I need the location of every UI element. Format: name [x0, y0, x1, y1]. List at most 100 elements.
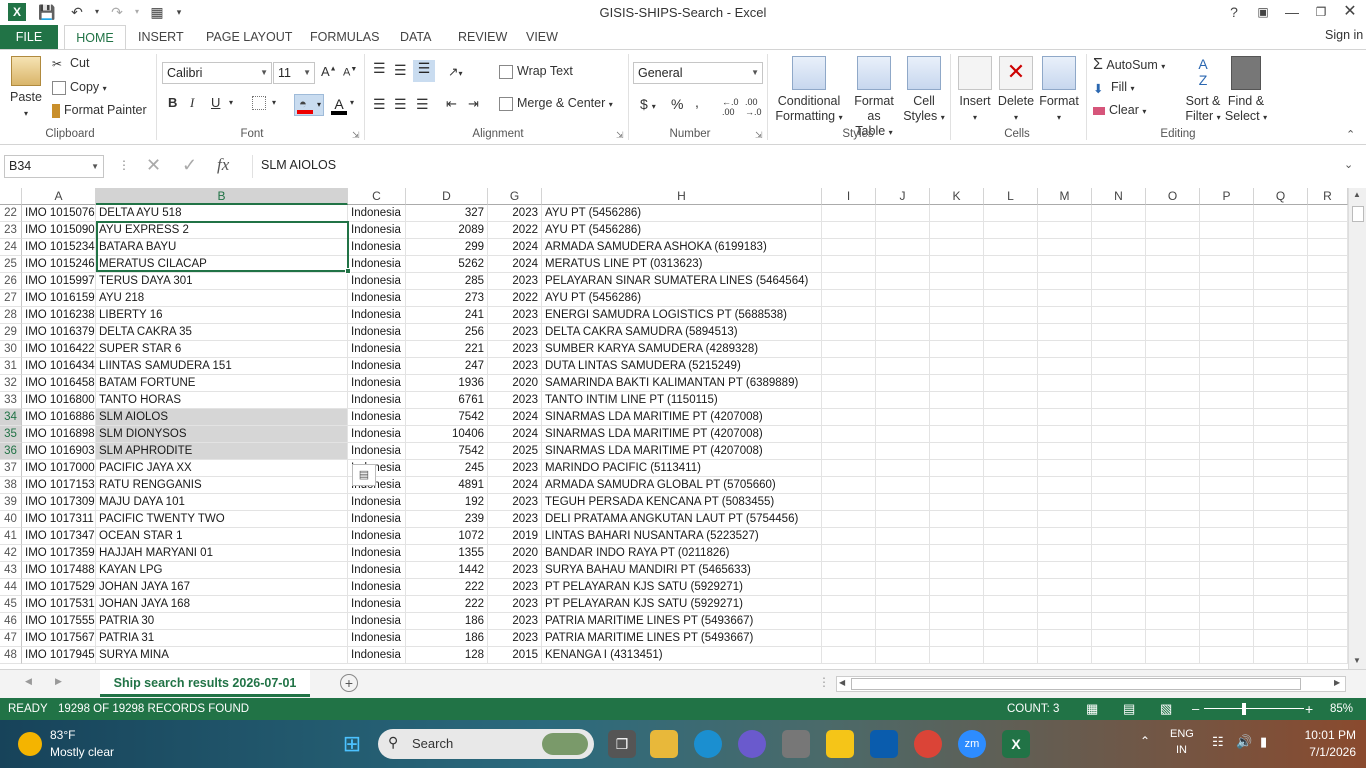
cell-b[interactable]: PACIFIC TWENTY TWO — [96, 511, 348, 528]
cell-h[interactable]: SURYA BAHAU MANDIRI PT (5465633) — [542, 562, 822, 579]
cell-b[interactable]: DELTA AYU 518 — [96, 205, 348, 222]
cell-c[interactable]: Indonesia — [348, 341, 406, 358]
cell-d[interactable]: 1072 — [406, 528, 488, 545]
empty-cell[interactable] — [984, 341, 1038, 358]
empty-cell[interactable] — [1254, 222, 1308, 239]
cell-h[interactable]: DELTA CAKRA SAMUDRA (5894513) — [542, 324, 822, 341]
wifi-icon[interactable]: ☷ — [1212, 734, 1224, 750]
next-sheet-icon[interactable]: ▶ — [55, 676, 62, 687]
cell-c[interactable]: Indonesia — [348, 239, 406, 256]
empty-cell[interactable] — [1308, 528, 1348, 545]
cell-h[interactable]: AYU PT (5456286) — [542, 222, 822, 239]
insert-cells-button[interactable]: Insert ▾ — [955, 56, 995, 125]
edge-icon[interactable] — [694, 730, 722, 758]
cell-c[interactable]: Indonesia — [348, 630, 406, 647]
orientation-icon[interactable]: ↗▾ — [448, 64, 463, 79]
cell-a[interactable]: IMO 1017309 — [22, 494, 96, 511]
empty-cell[interactable] — [822, 392, 876, 409]
column-header-d[interactable]: D — [406, 188, 488, 205]
file-explorer-icon[interactable] — [650, 730, 678, 758]
empty-cell[interactable] — [876, 545, 930, 562]
row-header[interactable]: 34 — [0, 409, 22, 426]
empty-cell[interactable] — [1038, 545, 1092, 562]
cell-c[interactable]: Indonesia — [348, 307, 406, 324]
empty-cell[interactable] — [1254, 426, 1308, 443]
empty-cell[interactable] — [1254, 477, 1308, 494]
empty-cell[interactable] — [930, 273, 984, 290]
cell-c[interactable]: Indonesia — [348, 392, 406, 409]
cell-h[interactable]: AYU PT (5456286) — [542, 290, 822, 307]
cell-a[interactable]: IMO 1017531 — [22, 596, 96, 613]
cell-a[interactable]: IMO 1016434 — [22, 358, 96, 375]
cell-c[interactable]: Indonesia — [348, 205, 406, 222]
empty-cell[interactable] — [930, 630, 984, 647]
empty-cell[interactable] — [1254, 494, 1308, 511]
row-header[interactable]: 31 — [0, 358, 22, 375]
empty-cell[interactable] — [1038, 613, 1092, 630]
cell-d[interactable]: 241 — [406, 307, 488, 324]
empty-cell[interactable] — [984, 596, 1038, 613]
empty-cell[interactable] — [822, 307, 876, 324]
empty-cell[interactable] — [876, 562, 930, 579]
cell-c[interactable]: Indonesia — [348, 375, 406, 392]
empty-cell[interactable] — [930, 358, 984, 375]
collapse-ribbon-icon[interactable]: ⌃ — [1346, 128, 1355, 141]
empty-cell[interactable] — [1200, 579, 1254, 596]
row-header[interactable]: 22 — [0, 205, 22, 222]
empty-cell[interactable] — [1038, 494, 1092, 511]
empty-cell[interactable] — [1200, 596, 1254, 613]
cell-g[interactable]: 2023 — [488, 494, 542, 511]
cell-a[interactable]: IMO 1017945 — [22, 647, 96, 664]
empty-cell[interactable] — [1146, 273, 1200, 290]
name-box[interactable]: B34 ▼ — [4, 155, 104, 178]
chrome-icon[interactable] — [914, 730, 942, 758]
enter-icon[interactable]: ✓ — [182, 155, 197, 176]
tab-formulas[interactable]: FORMULAS — [302, 25, 387, 49]
cell-b[interactable]: PACIFIC JAYA XX — [96, 460, 348, 477]
borders-icon[interactable] — [252, 96, 266, 110]
chevron-up-icon[interactable]: ⌃ — [1140, 734, 1150, 748]
empty-cell[interactable] — [822, 630, 876, 647]
bottom-align-icon[interactable]: ☰ — [413, 60, 435, 82]
camera-icon[interactable] — [782, 730, 810, 758]
worksheet-grid[interactable]: A B C D G H I J K L M N O P Q R 22 IMO 1015076 DELTA AYU 5… — [0, 188, 1348, 669]
empty-cell[interactable] — [1146, 630, 1200, 647]
empty-cell[interactable] — [984, 239, 1038, 256]
cell-d[interactable]: 256 — [406, 324, 488, 341]
cell-b[interactable]: LIINTAS SAMUDERA 151 — [96, 358, 348, 375]
column-header-r[interactable]: R — [1308, 188, 1348, 205]
row-header[interactable]: 26 — [0, 273, 22, 290]
empty-cell[interactable] — [1308, 273, 1348, 290]
empty-cell[interactable] — [876, 239, 930, 256]
empty-cell[interactable] — [984, 511, 1038, 528]
empty-cell[interactable] — [930, 222, 984, 239]
empty-cell[interactable] — [1092, 256, 1146, 273]
cell-a[interactable]: IMO 1016898 — [22, 426, 96, 443]
empty-cell[interactable] — [930, 341, 984, 358]
empty-cell[interactable] — [1200, 222, 1254, 239]
cell-a[interactable]: IMO 1017567 — [22, 630, 96, 647]
column-header-p[interactable]: P — [1200, 188, 1254, 205]
empty-cell[interactable] — [984, 545, 1038, 562]
empty-cell[interactable] — [1038, 426, 1092, 443]
empty-cell[interactable] — [876, 307, 930, 324]
empty-cell[interactable] — [984, 392, 1038, 409]
empty-cell[interactable] — [1146, 460, 1200, 477]
cell-g[interactable]: 2024 — [488, 239, 542, 256]
cell-b[interactable]: BATAM FORTUNE — [96, 375, 348, 392]
empty-cell[interactable] — [984, 579, 1038, 596]
empty-cell[interactable] — [1092, 545, 1146, 562]
empty-cell[interactable] — [1146, 477, 1200, 494]
empty-cell[interactable] — [1254, 409, 1308, 426]
scroll-down-icon[interactable]: ▼ — [1353, 656, 1361, 665]
empty-cell[interactable] — [1308, 545, 1348, 562]
empty-cell[interactable] — [984, 409, 1038, 426]
comma-button[interactable]: , — [695, 94, 699, 110]
empty-cell[interactable] — [876, 341, 930, 358]
row-header[interactable]: 39 — [0, 494, 22, 511]
empty-cell[interactable] — [822, 579, 876, 596]
cell-d[interactable]: 222 — [406, 579, 488, 596]
cell-h[interactable]: SUMBER KARYA SAMUDERA (4289328) — [542, 341, 822, 358]
empty-cell[interactable] — [1200, 460, 1254, 477]
taskbar-search[interactable]: ⚲ Search — [378, 729, 594, 759]
